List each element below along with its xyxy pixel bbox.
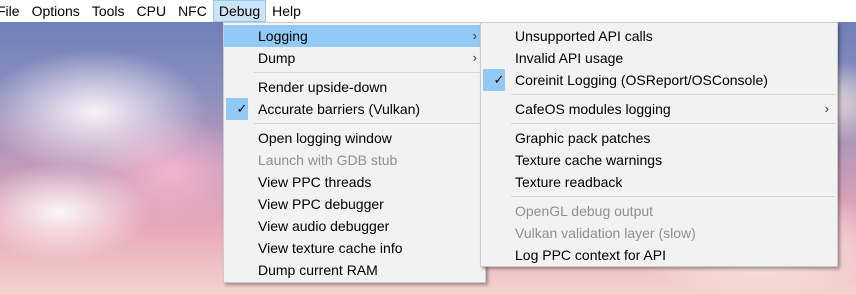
render-upside-down-label: Render upside-down xyxy=(258,79,388,95)
logging-label: Logging xyxy=(258,28,308,44)
checkmark-icon: ✓ xyxy=(493,72,505,87)
menu-separator xyxy=(511,123,835,124)
view-ppc-threads-label: View PPC threads xyxy=(258,174,372,190)
launch-gdb-stub-item: Launch with GDB stub xyxy=(224,149,485,171)
view-ppc-threads-item[interactable]: View PPC threads xyxy=(224,171,485,193)
debug-dropdown-menu: Logging › Dump › Render upside-down ✓ Ac… xyxy=(223,22,486,283)
menu-separator xyxy=(254,123,483,124)
view-texture-cache-label: View texture cache info xyxy=(258,240,403,256)
logging-menu-item[interactable]: Logging › xyxy=(224,25,485,47)
menu-help[interactable]: Help xyxy=(266,0,307,22)
view-audio-debugger-label: View audio debugger xyxy=(258,218,390,234)
accurate-barriers-item[interactable]: ✓ Accurate barriers (Vulkan) xyxy=(224,98,485,120)
texture-readback-label: Texture readback xyxy=(515,174,623,190)
open-logging-window-label: Open logging window xyxy=(258,130,392,146)
view-ppc-debugger-item[interactable]: View PPC debugger xyxy=(224,193,485,215)
dump-current-ram-label: Dump current RAM xyxy=(258,262,378,278)
invalid-api-label: Invalid API usage xyxy=(515,50,624,66)
dump-current-ram-item[interactable]: Dump current RAM xyxy=(224,259,485,281)
chevron-right-icon: › xyxy=(472,50,477,65)
menu-separator xyxy=(511,196,835,197)
view-texture-cache-item[interactable]: View texture cache info xyxy=(224,237,485,259)
view-ppc-debugger-label: View PPC debugger xyxy=(258,196,384,212)
cafeos-modules-item[interactable]: CafeOS modules logging › xyxy=(481,98,837,120)
cafeos-modules-label: CafeOS modules logging xyxy=(515,101,671,117)
unsupported-api-item[interactable]: Unsupported API calls xyxy=(481,25,837,47)
render-upside-down-item[interactable]: Render upside-down xyxy=(224,76,485,98)
menu-separator xyxy=(254,72,483,73)
menu-cpu[interactable]: CPU xyxy=(131,0,173,22)
menu-debug[interactable]: Debug xyxy=(212,0,267,22)
menu-bar: File Options Tools CPU NFC Debug Help xyxy=(0,0,856,22)
vulkan-validation-item: Vulkan validation layer (slow) xyxy=(481,222,837,244)
menu-options[interactable]: Options xyxy=(26,0,86,22)
opengl-debug-item: OpenGL debug output xyxy=(481,200,837,222)
menu-tools[interactable]: Tools xyxy=(86,0,131,22)
coreinit-logging-label: Coreinit Logging (OSReport/OSConsole) xyxy=(515,72,768,88)
menu-nfc[interactable]: NFC xyxy=(172,0,213,22)
graphic-pack-label: Graphic pack patches xyxy=(515,130,651,146)
dump-label: Dump xyxy=(258,50,296,66)
menu-separator xyxy=(511,94,835,95)
log-ppc-context-label: Log PPC context for API xyxy=(515,247,666,263)
chevron-right-icon: › xyxy=(824,101,829,116)
opengl-debug-label: OpenGL debug output xyxy=(515,203,654,219)
graphic-pack-item[interactable]: Graphic pack patches xyxy=(481,127,837,149)
unsupported-api-label: Unsupported API calls xyxy=(515,28,653,44)
texture-cache-warnings-label: Texture cache warnings xyxy=(515,152,663,168)
view-audio-debugger-item[interactable]: View audio debugger xyxy=(224,215,485,237)
open-logging-window-item[interactable]: Open logging window xyxy=(224,127,485,149)
invalid-api-item[interactable]: Invalid API usage xyxy=(481,47,837,69)
log-ppc-context-item[interactable]: Log PPC context for API xyxy=(481,244,837,266)
accurate-barriers-label: Accurate barriers (Vulkan) xyxy=(258,101,421,117)
launch-gdb-stub-label: Launch with GDB stub xyxy=(258,152,398,168)
vulkan-validation-label: Vulkan validation layer (slow) xyxy=(515,225,696,241)
texture-readback-item[interactable]: Texture readback xyxy=(481,171,837,193)
chevron-right-icon: › xyxy=(472,28,477,43)
dump-menu-item[interactable]: Dump › xyxy=(224,47,485,69)
menu-file[interactable]: File xyxy=(0,0,26,22)
coreinit-logging-item[interactable]: ✓ Coreinit Logging (OSReport/OSConsole) xyxy=(481,69,837,91)
checkmark-icon: ✓ xyxy=(236,101,248,116)
logging-submenu: Unsupported API calls Invalid API usage … xyxy=(480,22,838,267)
texture-cache-warnings-item[interactable]: Texture cache warnings xyxy=(481,149,837,171)
